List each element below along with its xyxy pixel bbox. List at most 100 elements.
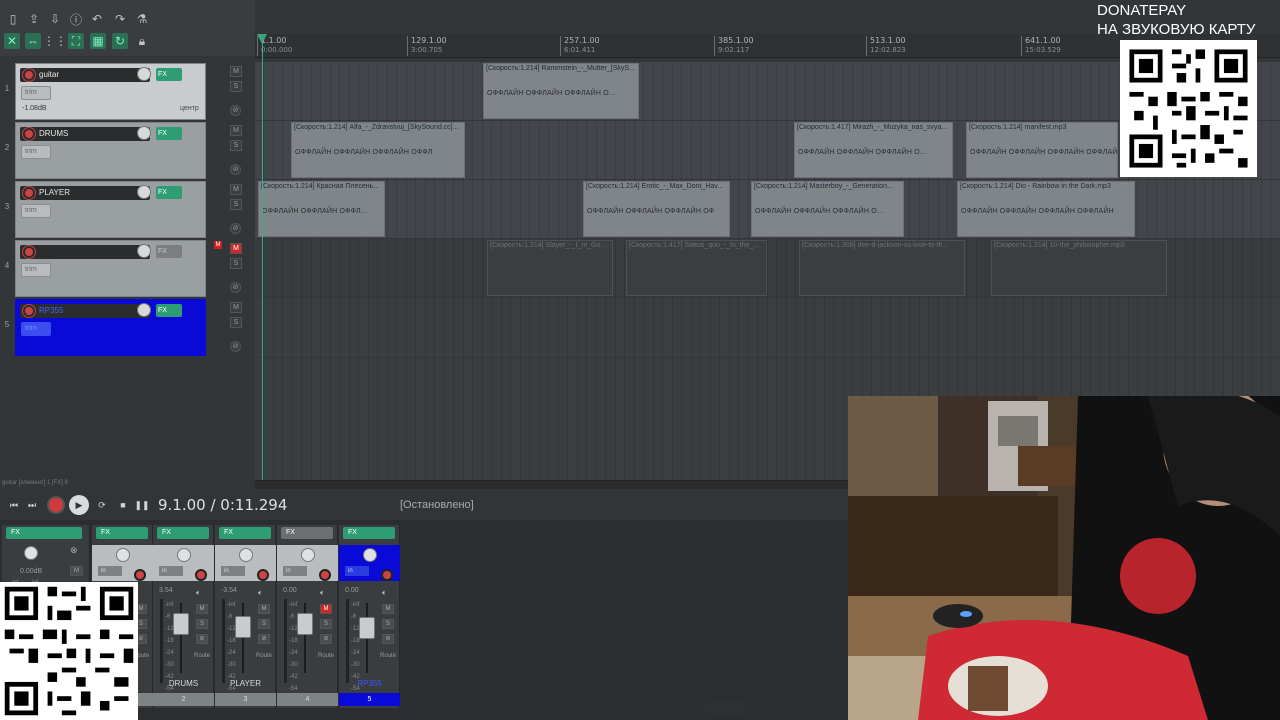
- solo-button[interactable]: S: [230, 258, 242, 269]
- solo-button[interactable]: S: [230, 81, 242, 92]
- speaker-icon[interactable]: 🔈︎: [196, 588, 201, 598]
- strip-record-arm[interactable]: [134, 569, 146, 581]
- track-name[interactable]: PLAYER: [39, 188, 70, 197]
- strip-fx-button[interactable]: FX: [281, 527, 333, 539]
- media-item[interactable]: [Скорость:1.214] Slayer_-_I_m_Go...: [487, 240, 613, 296]
- volume-knob[interactable]: [137, 126, 151, 140]
- track-name[interactable]: DRUMS: [39, 129, 68, 138]
- group-icon[interactable]: ⋮⋮: [43, 33, 67, 49]
- fx-button[interactable]: FX: [156, 68, 182, 81]
- speaker-icon[interactable]: 🔈︎: [258, 588, 263, 598]
- envelope-button[interactable]: ⊘: [230, 341, 241, 352]
- trim-button[interactable]: trim: [21, 204, 51, 218]
- master-mute-button[interactable]: M: [70, 566, 83, 576]
- mute-button[interactable]: M: [230, 184, 242, 195]
- snap-icon[interactable]: ↻: [112, 33, 128, 49]
- volume-fader[interactable]: [235, 616, 251, 638]
- strip-phase-button[interactable]: ⊘: [320, 634, 332, 644]
- trim-button[interactable]: trim: [21, 322, 51, 336]
- link-icon[interactable]: ⇔: [25, 33, 41, 49]
- track-row[interactable]: 5 RP355 FX trim M S ⊘: [0, 298, 255, 357]
- record-icon[interactable]: [47, 496, 65, 514]
- strip-record-arm[interactable]: [195, 569, 207, 581]
- solo-button[interactable]: S: [230, 199, 242, 210]
- grid-icon[interactable]: ▦: [90, 33, 106, 49]
- media-item[interactable]: [Скорость:1.214] Rammstein_-_Mutter_[Sky…: [483, 63, 639, 119]
- strip-route-button[interactable]: Route: [318, 653, 334, 659]
- new-project-icon[interactable]: ▯: [5, 11, 21, 27]
- volume-knob[interactable]: [137, 185, 151, 199]
- strip-fx-button[interactable]: FX: [157, 527, 209, 539]
- envelope-icon[interactable]: ⛶: [68, 33, 84, 49]
- strip-input-button[interactable]: in: [345, 566, 369, 576]
- fx-button[interactable]: FX: [156, 245, 182, 258]
- media-item[interactable]: [Скорость:1.214] Dio - Rainbow in the Da…: [957, 181, 1135, 237]
- trim-button[interactable]: trim: [21, 145, 51, 159]
- record-arm-button[interactable]: [23, 305, 35, 317]
- track-row[interactable]: 3 PLAYER FX trim M S ⊘: [0, 180, 255, 239]
- strip-input-button[interactable]: in: [98, 566, 122, 576]
- pause-icon[interactable]: ❚❚: [134, 497, 150, 513]
- master-fx-button[interactable]: FX: [6, 527, 82, 539]
- fast-forward-icon[interactable]: ⏭: [24, 497, 40, 513]
- volume-knob[interactable]: [137, 303, 151, 317]
- speaker-icon[interactable]: 🔈︎: [320, 588, 325, 598]
- strip-solo-button[interactable]: S: [196, 619, 208, 629]
- trim-button[interactable]: trim: [21, 263, 51, 277]
- repeat-icon[interactable]: ⟳: [94, 497, 110, 513]
- ripple-edit-icon[interactable]: ✕: [4, 33, 20, 49]
- strip-mute-button[interactable]: M: [320, 604, 332, 614]
- volume-knob[interactable]: [137, 67, 151, 81]
- strip-record-arm[interactable]: [381, 569, 393, 581]
- strip-route-button[interactable]: Route: [194, 653, 210, 659]
- media-item[interactable]: [Скорость:1.214] Красная Плесень... ОФФЛА…: [258, 181, 385, 237]
- fx-button[interactable]: FX: [156, 127, 182, 140]
- redo-icon[interactable]: ↷: [112, 11, 128, 27]
- fx-button[interactable]: FX: [156, 304, 182, 317]
- envelope-button[interactable]: ⊘: [230, 282, 241, 293]
- strip-phase-button[interactable]: ⊘: [382, 634, 394, 644]
- strip-input-button[interactable]: in: [283, 566, 307, 576]
- media-item[interactable]: [Скорость:1.214] Masterboy_-_Generation.…: [751, 181, 904, 237]
- solo-button[interactable]: S: [230, 317, 242, 328]
- open-icon[interactable]: ⇪: [26, 11, 42, 27]
- master-mono-icon[interactable]: ⊗: [70, 545, 78, 556]
- volume-fader[interactable]: [297, 613, 313, 635]
- strip-solo-button[interactable]: S: [320, 619, 332, 629]
- strip-pan-knob[interactable]: [301, 548, 315, 562]
- play-icon[interactable]: ▶: [69, 495, 89, 515]
- strip-solo-button[interactable]: S: [258, 619, 270, 629]
- volume-knob[interactable]: [137, 244, 151, 258]
- fx-button[interactable]: FX: [156, 186, 182, 199]
- trim-button[interactable]: trim: [21, 86, 51, 100]
- strip-fx-button[interactable]: FX: [343, 527, 395, 539]
- strip-route-button[interactable]: Route: [380, 653, 396, 659]
- record-arm-button[interactable]: [23, 246, 35, 258]
- media-item[interactable]: [Скорость:1.214] manifest.mp3 ОФФЛАЙН ОФФ…: [966, 122, 1118, 178]
- record-arm-button[interactable]: [23, 187, 35, 199]
- master-pan-knob[interactable]: [24, 546, 38, 560]
- mute-button[interactable]: M: [230, 66, 242, 77]
- strip-fx-button[interactable]: FX: [96, 527, 148, 539]
- media-item[interactable]: [Скорость:1.308] dee-d-jackson-ss-love-t…: [799, 240, 965, 296]
- volume-fader[interactable]: [359, 617, 375, 639]
- record-arm-button[interactable]: [23, 128, 35, 140]
- undo-icon[interactable]: ↶: [89, 11, 105, 27]
- speaker-icon[interactable]: 🔈︎: [382, 588, 387, 598]
- strip-mute-button[interactable]: M: [382, 604, 394, 614]
- metronome-icon[interactable]: ⚗: [134, 11, 150, 27]
- mute-button[interactable]: M: [230, 125, 242, 136]
- mute-button[interactable]: M: [230, 243, 242, 254]
- track-name[interactable]: RP355: [39, 306, 63, 315]
- envelope-button[interactable]: ⊘: [230, 105, 241, 116]
- strip-phase-button[interactable]: ⊘: [258, 634, 270, 644]
- strip-fx-button[interactable]: FX: [219, 527, 271, 539]
- track-name-box[interactable]: [20, 245, 150, 259]
- solo-button[interactable]: S: [230, 140, 242, 151]
- media-item[interactable]: [Скорость:1.214] Erotic_-_Max_Dont_Hav..…: [583, 181, 730, 237]
- strip-mute-button[interactable]: M: [196, 604, 208, 614]
- track-name[interactable]: guitar: [39, 70, 59, 79]
- save-icon[interactable]: ⇩: [47, 11, 63, 27]
- strip-record-arm[interactable]: [319, 569, 331, 581]
- envelope-button[interactable]: ⊘: [230, 223, 241, 234]
